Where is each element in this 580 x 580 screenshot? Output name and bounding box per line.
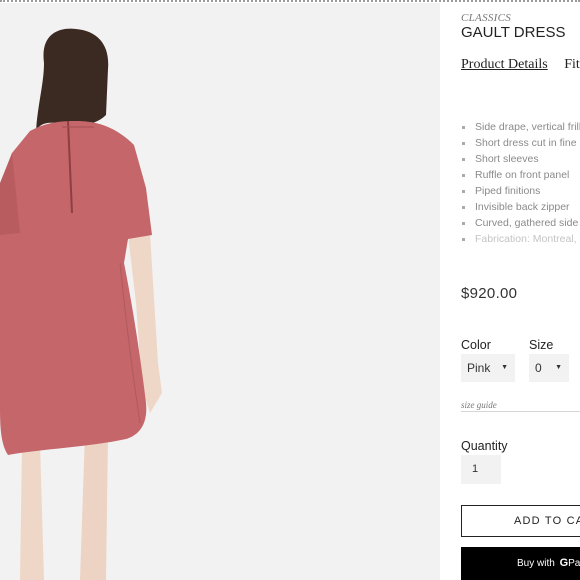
size-guide-link[interactable]: size guide <box>461 400 580 412</box>
list-item: Side drape, vertical frill <box>461 119 580 135</box>
add-to-cart-button[interactable]: ADD TO CAR <box>461 505 580 537</box>
list-item: Short dress cut in fine s <box>461 135 580 151</box>
list-item: Invisible back zipper <box>461 199 580 215</box>
google-pay-button[interactable]: Buy with GPay <box>461 547 580 580</box>
list-item: Curved, gathered side <box>461 215 580 231</box>
tab-product-details[interactable]: Product Details <box>461 57 548 73</box>
color-select[interactable]: Pink ▼ <box>461 354 515 382</box>
caret-down-icon: ▼ <box>501 364 508 371</box>
color-label: Color <box>461 338 491 352</box>
product-price: $920.00 <box>461 285 518 302</box>
size-label: Size <box>529 338 554 352</box>
google-g-icon: G <box>559 557 569 569</box>
size-select[interactable]: 0 ▼ <box>529 354 569 382</box>
size-select-value: 0 <box>535 361 542 375</box>
color-select-value: Pink <box>467 361 491 375</box>
buy-with-label: Buy with <box>517 558 555 569</box>
quantity-input[interactable]: 1 <box>461 455 501 484</box>
tab-fit[interactable]: Fit <box>564 57 580 73</box>
list-item: Piped finitions <box>461 183 580 199</box>
collection-label: CLASSICS <box>461 12 512 24</box>
product-tabs: Product Details Fit <box>461 57 580 73</box>
product-image[interactable] <box>0 3 440 580</box>
dress-photo-illustration <box>0 3 440 580</box>
list-item: Ruffle on front panel <box>461 167 580 183</box>
quantity-label: Quantity <box>461 439 508 453</box>
gpay-label: Pay <box>568 558 580 569</box>
caret-down-icon: ▼ <box>555 364 562 371</box>
list-item: Short sleeves <box>461 151 580 167</box>
product-details-list: Side drape, vertical frill Short dress c… <box>461 119 580 247</box>
product-title: GAULT DRESS <box>461 24 566 41</box>
product-info-panel: CLASSICS GAULT DRESS Product Details Fit… <box>461 0 580 580</box>
list-item: Fabrication: Montreal, C <box>461 231 580 247</box>
